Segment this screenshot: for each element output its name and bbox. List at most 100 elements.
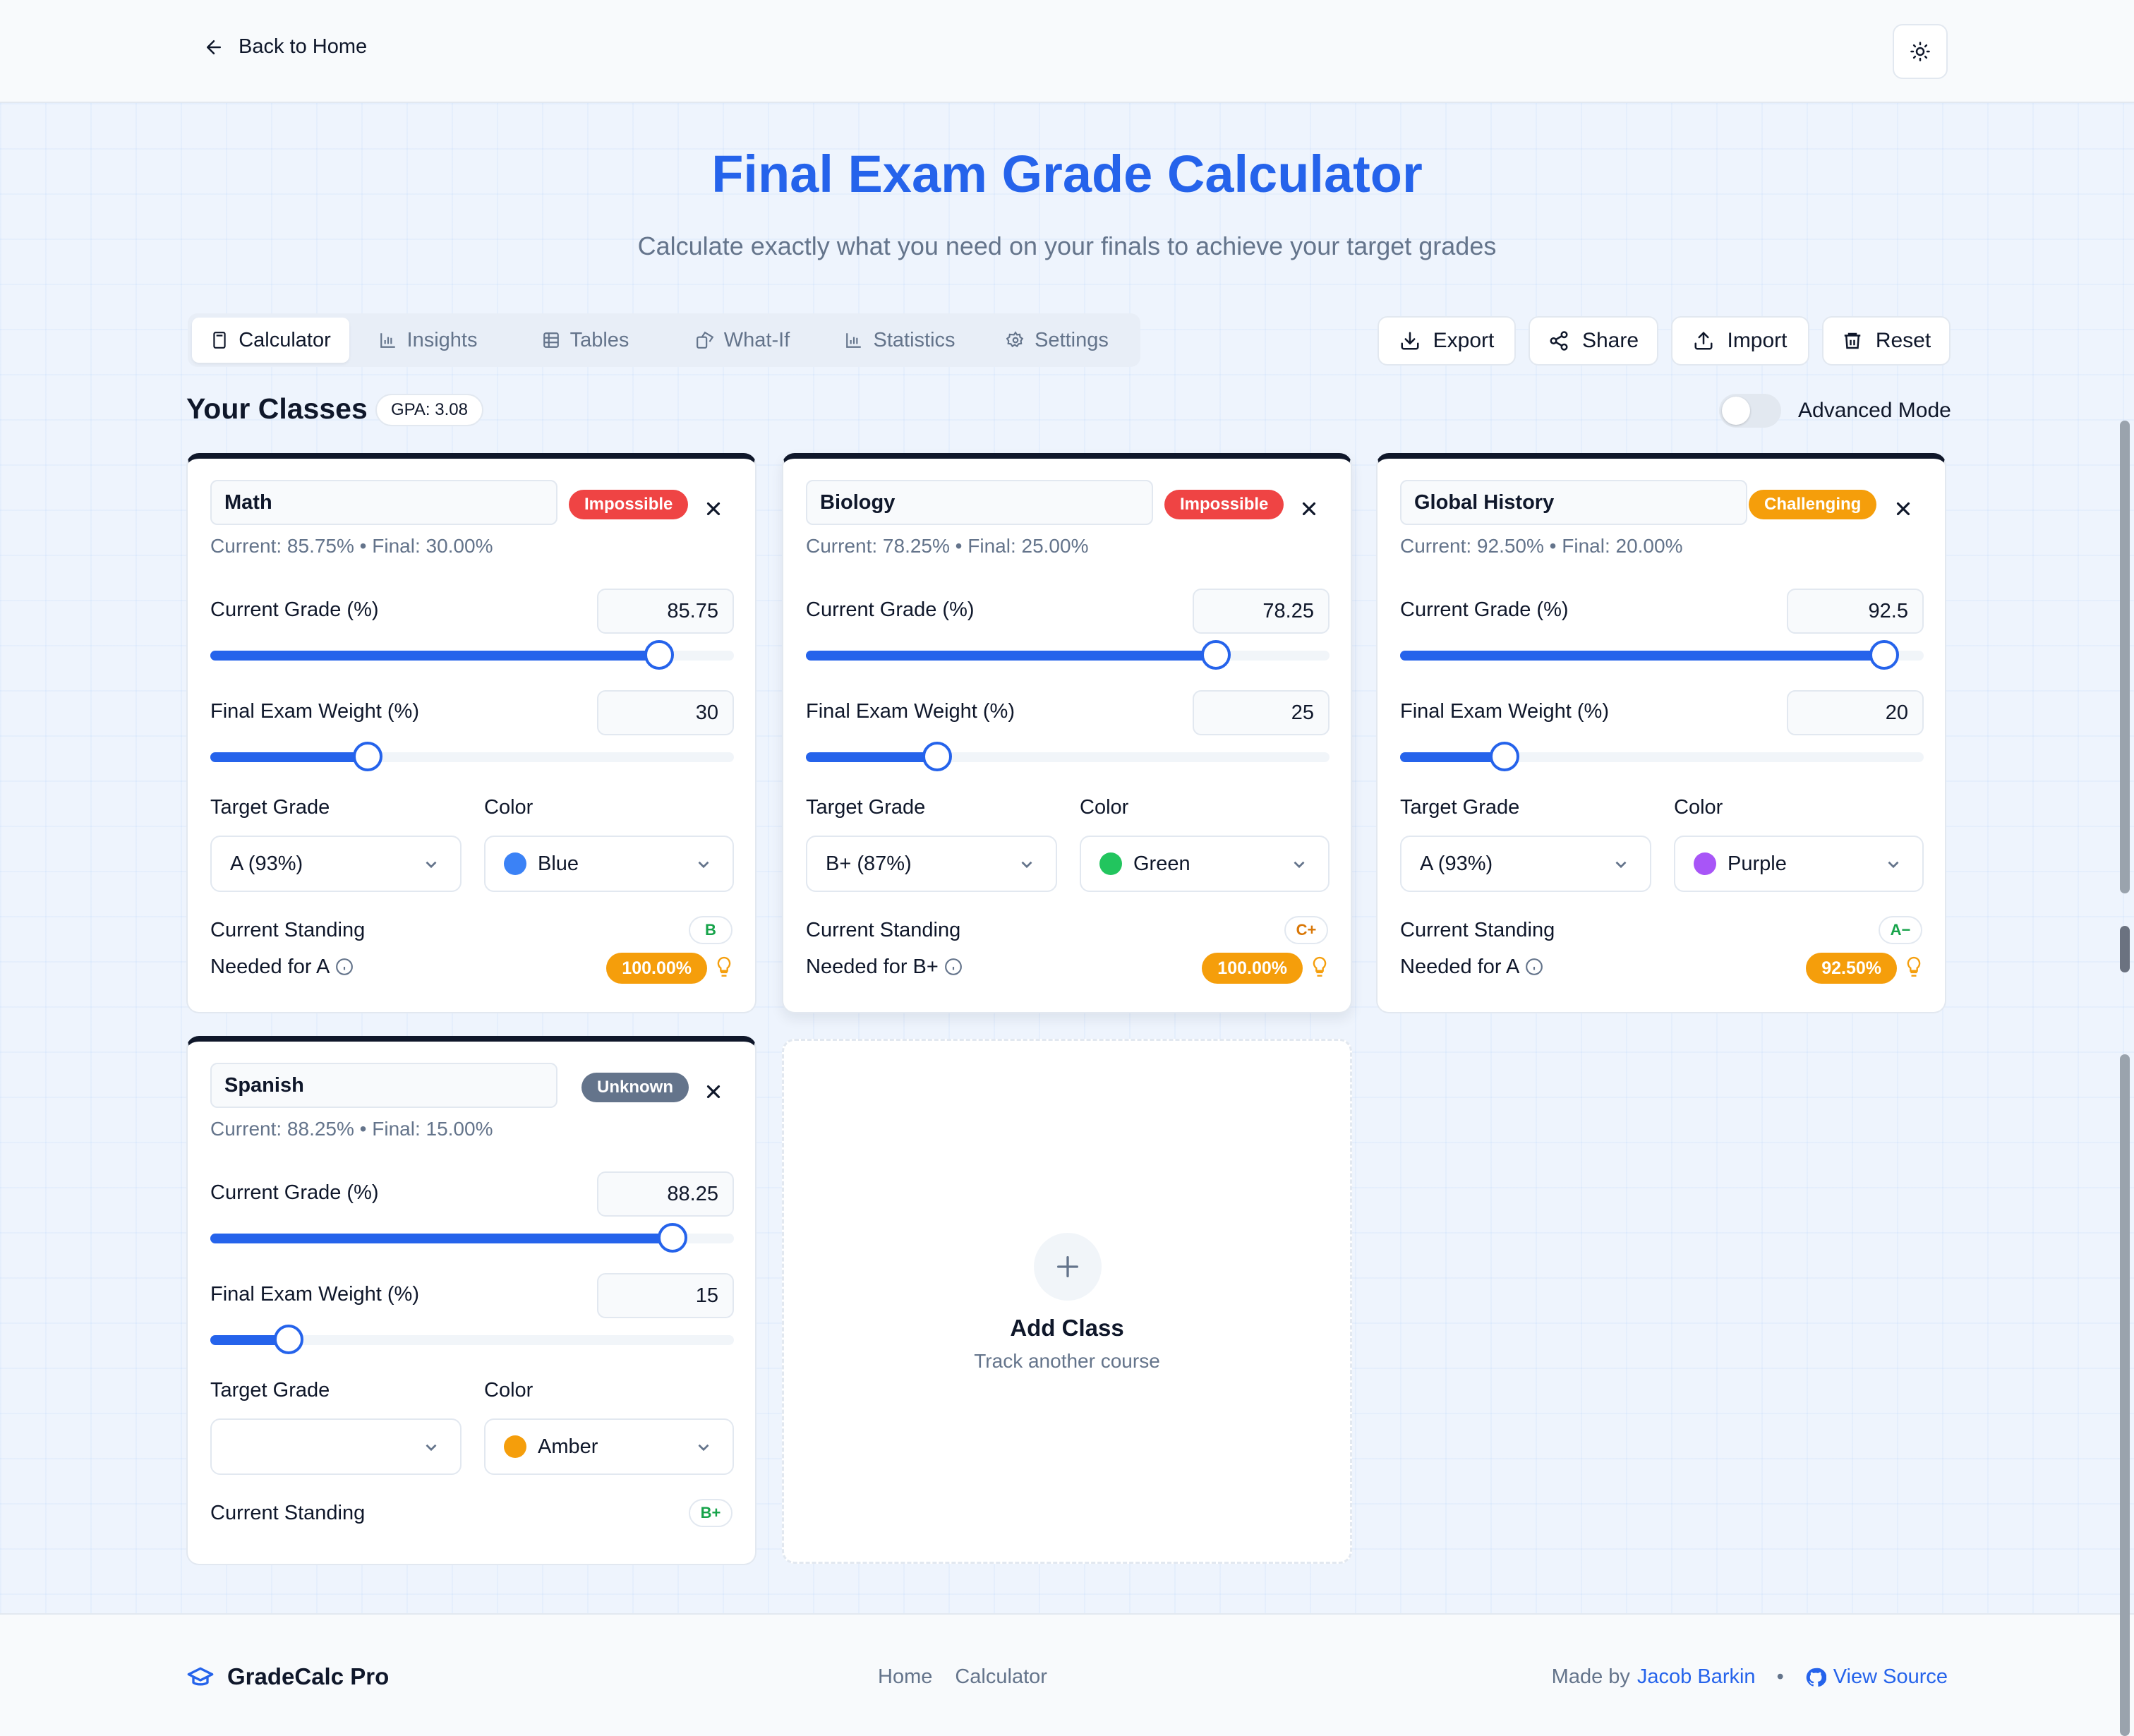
final-weight-slider[interactable] [210,742,734,771]
slider-thumb[interactable] [352,742,382,771]
footer-brand[interactable]: GradeCalc Pro [186,1663,389,1691]
class-summary: Current: 92.50% • Final: 20.00% [1400,535,1683,557]
share-button[interactable]: Share [1529,316,1658,366]
final-weight-slider[interactable] [806,742,1330,771]
class-card-biology: Biology Impossible Current: 78.25% • Fin… [782,453,1352,1013]
trash-icon [1844,332,1861,349]
export-button[interactable]: Export [1378,316,1516,366]
slider-thumb[interactable] [1869,640,1900,670]
standing-grade-badge: A− [1879,916,1922,944]
view-source-link[interactable]: View Source [1833,1665,1948,1689]
class-name-input[interactable]: Math [210,480,557,525]
class-name-input[interactable]: Spanish [210,1063,557,1108]
target-grade-label: Target Grade [1400,796,1520,819]
tab-settings-label: Settings [1035,328,1109,351]
reset-label: Reset [1875,329,1931,352]
current-grade-label: Current Grade (%) [1400,598,1569,621]
class-name-input[interactable]: Biology [806,480,1153,525]
status-badge: Challenging [1749,490,1877,519]
close-icon[interactable] [1298,498,1320,519]
add-class-circle [1034,1233,1102,1301]
close-icon[interactable] [703,1081,724,1102]
color-select[interactable]: Blue [484,836,734,892]
scrollbar-track-lower[interactable] [2120,1054,2130,1736]
share-label: Share [1581,329,1639,352]
import-button[interactable]: Import [1671,316,1809,366]
color-select[interactable]: Purple [1674,836,1924,892]
color-select[interactable]: Amber [484,1418,734,1475]
target-grade-value: A (93%) [230,852,303,875]
final-weight-input[interactable]: 25 [1193,690,1330,735]
tab-insights[interactable]: Insights [349,318,507,363]
class-summary: Current: 88.25% • Final: 15.00% [210,1118,493,1140]
slider-thumb[interactable] [1490,742,1520,771]
scrollbar-track[interactable] [2120,421,2130,893]
lightbulb-icon[interactable] [1904,956,1924,979]
footer-link-calculator[interactable]: Calculator [955,1665,1047,1689]
current-grade-input[interactable]: 85.75 [597,589,734,634]
needed-score-badge: 92.50% [1806,953,1897,984]
current-grade-slider[interactable] [806,640,1330,670]
current-grade-slider[interactable] [210,640,734,670]
current-grade-slider[interactable] [1400,640,1924,670]
tab-statistics-label: Statistics [873,328,956,351]
slider-thumb[interactable] [274,1325,304,1354]
footer-link-home[interactable]: Home [878,1665,932,1689]
slider-thumb[interactable] [644,640,675,670]
theme-toggle-button[interactable] [1893,24,1948,79]
slider-thumb[interactable] [657,1223,687,1253]
slider-fill [806,752,937,762]
tab-what-if[interactable]: What-If [664,318,821,363]
reset-button[interactable]: Reset [1822,316,1951,366]
slider-thumb[interactable] [922,742,952,771]
current-grade-input[interactable]: 88.25 [597,1171,734,1217]
close-icon[interactable] [703,498,724,519]
target-grade-select[interactable]: A (93%) [1400,836,1651,892]
made-by-label: Made by [1551,1665,1630,1688]
tab-tables[interactable]: Tables [507,318,664,363]
scrollbar-thumb[interactable] [2120,926,2130,972]
tab-insights-label: Insights [406,328,478,351]
target-grade-select[interactable]: A (93%) [210,836,462,892]
footer-credits: Made by Jacob Barkin • View Source [1552,1665,1948,1689]
slider-fill [1400,651,1885,661]
tab-statistics[interactable]: Statistics [821,318,979,363]
add-class-card[interactable]: Add Class Track another course [782,1039,1352,1564]
chevron-down-icon [426,1444,437,1452]
close-icon[interactable] [1893,498,1914,519]
gpa-badge: GPA: 3.08 [375,394,483,426]
tab-calculator[interactable]: Calculator [192,318,349,363]
final-weight-slider[interactable] [1400,742,1924,771]
needed-label: Needed for A [1400,956,1543,979]
needed-score-badge: 100.00% [606,953,707,984]
advanced-mode-toggle[interactable] [1719,394,1781,428]
standing-grade-badge: B+ [689,1499,733,1527]
color-swatch [1099,852,1122,875]
tab-settings[interactable]: Settings [979,318,1136,363]
current-grade-input[interactable]: 92.5 [1787,589,1924,634]
color-value: Blue [538,852,579,875]
final-weight-slider[interactable] [210,1325,734,1354]
info-icon[interactable] [1525,958,1543,976]
current-grade-slider[interactable] [210,1223,734,1253]
final-weight-input[interactable]: 20 [1787,690,1924,735]
status-badge: Impossible [1164,490,1284,519]
slider-fill [210,651,660,661]
back-to-home-link[interactable]: Back to Home [203,35,367,59]
github-icon [1806,1668,1826,1687]
final-weight-input[interactable]: 15 [597,1273,734,1318]
lightbulb-icon[interactable] [714,956,734,979]
info-icon[interactable] [335,958,354,976]
class-name-input[interactable]: Global History [1400,480,1747,525]
info-icon[interactable] [944,958,963,976]
lightbulb-icon[interactable] [1310,956,1330,979]
color-select[interactable]: Green [1080,836,1330,892]
calculator-icon [213,332,226,349]
dice-icon [696,331,714,349]
final-weight-input[interactable]: 30 [597,690,734,735]
current-grade-input[interactable]: 78.25 [1193,589,1330,634]
target-grade-select[interactable] [210,1418,462,1475]
author-link[interactable]: Jacob Barkin [1637,1665,1756,1689]
target-grade-select[interactable]: B+ (87%) [806,836,1057,892]
slider-thumb[interactable] [1200,640,1231,670]
